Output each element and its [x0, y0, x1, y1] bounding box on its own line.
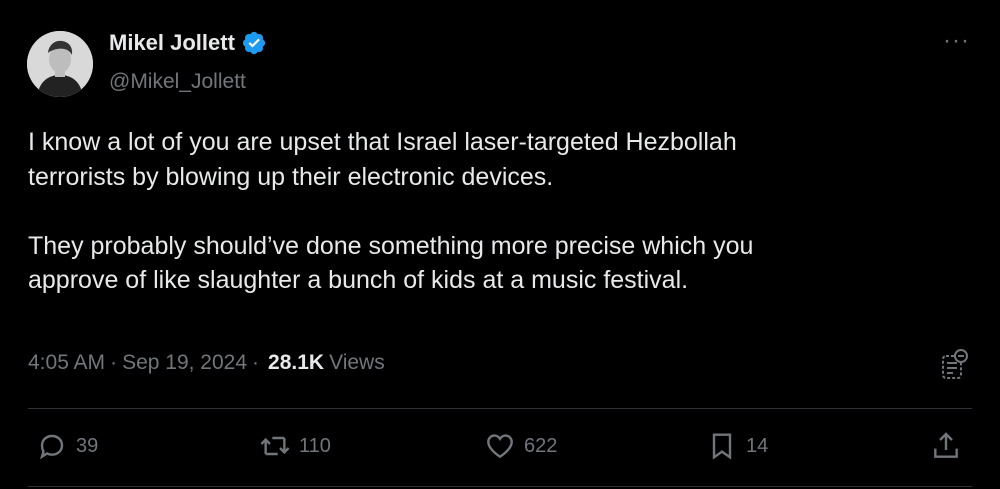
bookmark-count: 14 — [746, 434, 769, 457]
tweet-meta: 4:05 AM · Sep 19, 2024 · 28.1K Views — [28, 351, 385, 375]
author-name-row[interactable]: Mikel Jollett — [109, 30, 267, 56]
divider — [28, 486, 972, 487]
author-name[interactable]: Mikel Jollett — [109, 30, 235, 56]
meta-separator: · — [252, 351, 260, 374]
avatar[interactable] — [27, 31, 93, 97]
reply-icon — [39, 434, 64, 460]
reply-button[interactable]: 39 — [36, 430, 98, 462]
views-count: 28.1K — [268, 351, 325, 374]
meta-separator: · — [110, 351, 118, 374]
like-button[interactable]: 622 — [484, 430, 557, 462]
share-button[interactable] — [930, 430, 962, 462]
reply-count: 39 — [76, 434, 99, 457]
avatar-photo — [27, 31, 93, 97]
grok-explain-icon[interactable] — [940, 348, 970, 382]
retweet-icon — [260, 436, 290, 456]
more-options-icon[interactable]: ··· — [943, 29, 970, 53]
bookmark-icon — [712, 433, 732, 460]
like-count: 622 — [524, 434, 558, 457]
tweet-time[interactable]: 4:05 AM — [28, 351, 105, 375]
tweet-date[interactable]: Sep 19, 2024 — [122, 351, 247, 375]
retweet-button[interactable]: 110 — [259, 430, 331, 462]
views-label: Views — [329, 351, 385, 374]
action-bar: 39 110 622 14 — [0, 430, 1000, 470]
author-handle[interactable]: @Mikel_Jollett — [109, 70, 246, 94]
share-icon — [934, 432, 958, 458]
heart-icon — [487, 434, 513, 459]
bookmark-button[interactable]: 14 — [706, 430, 768, 462]
verified-badge-icon — [242, 31, 266, 55]
retweet-count: 110 — [299, 434, 331, 457]
tweet-text: I know a lot of you are upset that Israe… — [28, 128, 754, 294]
divider — [28, 408, 972, 409]
